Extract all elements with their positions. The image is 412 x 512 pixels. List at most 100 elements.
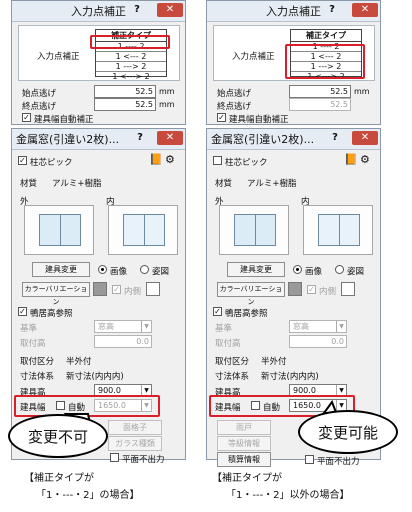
correction-label: 入力点補正 [232,52,275,62]
no-output-checkbox[interactable] [305,455,314,464]
auto-correct-label: 建具幅自動補正 [34,115,94,125]
inside-same-label: 内側 [124,287,142,297]
auto-correct-checkbox[interactable]: ✓ [22,113,31,122]
pillar-pick-label: 柱芯ピック [30,158,73,168]
inside-preview [108,205,178,255]
window-image [39,214,81,246]
unit-label: mm [159,87,175,96]
gear-icon[interactable]: ⚙ [165,154,175,166]
correction-dialog-right: 入力点補正 ? ✕ 入力点補正 補正タイプ 1 ---- 2 1 <--- 2 … [206,0,381,125]
radio-figure-label: 姿図 [152,267,170,277]
base-label: 基準 [215,324,233,334]
radio-image[interactable] [98,265,107,274]
highlight-box [285,44,365,79]
window-image [123,214,165,246]
material-value: アルミ+樹脂 [247,179,297,189]
color-swatch [341,282,355,296]
start-offset-field[interactable]: 52.5 [289,85,351,98]
fitting-height-value: 900.0 [293,386,316,395]
window-image [318,214,360,246]
no-output-checkbox[interactable] [110,453,119,462]
base-select: 窓高 ▼ [289,320,347,333]
dimension-value: 新寸法(内内内) [261,372,319,382]
table-row[interactable]: 1 <--- 2 [96,52,166,62]
inside-preview [303,205,373,255]
mount-height-label: 取付高 [20,339,46,349]
dimension-value: 新寸法(内内内) [66,372,124,382]
outside-preview [219,205,289,255]
caption-line1: 【補正タイプが [212,473,282,484]
radio-image[interactable] [293,265,302,274]
help-icon[interactable]: ? [326,3,338,17]
material-label: 材質 [215,179,233,189]
table-row[interactable]: 1 ---> 2 [96,62,166,72]
close-button[interactable]: ✕ [157,131,183,145]
dimension-label: 寸法体系 [215,372,250,382]
mount-height-field: 0.0 [289,335,347,348]
install-type-value: 半外付 [66,357,92,367]
calc-info-button[interactable]: 積算情報 [217,452,271,467]
table-row[interactable]: 1 <---> 2 [96,72,166,81]
caption-line2: 「1・---・2」の場合】 [36,490,140,501]
install-type-label: 取付区分 [215,357,250,367]
color-variation-button[interactable]: カラーバリエーション [22,282,90,306]
book-icon[interactable]: 📙 [344,154,358,166]
radio-figure[interactable] [335,265,344,274]
table-header: 補正タイプ [291,30,361,42]
start-offset-label: 始点逃げ [217,89,252,99]
dialog-title: 入力点補正 [71,5,126,18]
auto-correct-label: 建具幅自動補正 [229,115,289,125]
highlight-box [90,35,170,49]
rain-door-button: 雨戸 [217,420,271,435]
dialog-title: 金属窓(引違い2枚)... [16,133,120,146]
auto-correct-checkbox[interactable]: ✓ [217,113,226,122]
color-variation-button[interactable]: カラーバリエーション [217,282,285,306]
close-button[interactable]: ✕ [352,131,378,145]
base-value: 窓高 [98,322,114,331]
unchangeable-bubble: 変更不可 [8,414,108,458]
pillar-pick-checkbox[interactable] [213,156,222,165]
glass-type-button: ガラス種類 [108,436,162,451]
end-offset-field[interactable]: 52.5 [94,98,156,111]
outside-preview [24,205,94,255]
eave-ref-checkbox[interactable]: ✓ [213,307,222,316]
radio-image-label: 画像 [110,267,128,277]
help-icon[interactable]: ? [131,3,143,17]
help-icon[interactable]: ? [134,131,146,145]
no-output-label: 平面不出力 [122,455,165,465]
radio-figure[interactable] [140,265,149,274]
mount-height-field: 0.0 [94,335,152,348]
change-fitting-button[interactable]: 建具変更 [32,262,90,277]
correction-dialog-left: 入力点補正 ? ✕ 入力点補正 補正タイプ 1 ---- 2 1 <--- 2 … [11,0,186,125]
dialog-title: 金属窓(引違い2枚)... [211,133,315,146]
change-fitting-button[interactable]: 建具変更 [227,262,285,277]
no-output-label: 平面不出力 [317,457,360,467]
unit-label: mm [159,100,175,109]
close-button[interactable]: ✕ [352,3,378,17]
start-offset-field[interactable]: 52.5 [94,85,156,98]
mount-height-label: 取付高 [215,339,241,349]
radio-figure-label: 姿図 [347,267,365,277]
pillar-pick-checkbox[interactable]: ✓ [18,156,27,165]
install-type-label: 取付区分 [20,357,55,367]
window-image [234,214,276,246]
end-offset-label: 終点逃げ [22,102,57,112]
eave-ref-label: 鴨居高参照 [225,309,268,319]
changeable-bubble: 変更可能 [298,410,398,454]
eave-ref-checkbox[interactable]: ✓ [18,307,27,316]
eave-ref-label: 鴨居高参照 [30,309,73,319]
dimension-label: 寸法体系 [20,372,55,382]
gear-icon[interactable]: ⚙ [360,154,370,166]
chevron-down-icon: ▼ [336,321,346,332]
base-value: 窓高 [293,322,309,331]
unit-label: mm [354,87,370,96]
help-icon[interactable]: ? [329,131,341,145]
grade-info-button: 等級情報 [217,436,271,451]
end-offset-field: 52.5 [289,98,351,111]
close-button[interactable]: ✕ [157,3,183,17]
fitting-height-value: 900.0 [98,386,121,395]
color-swatch [93,282,107,296]
base-select: 窓高 ▼ [94,320,152,333]
book-icon[interactable]: 📙 [149,154,163,166]
radio-image-label: 画像 [305,267,323,277]
